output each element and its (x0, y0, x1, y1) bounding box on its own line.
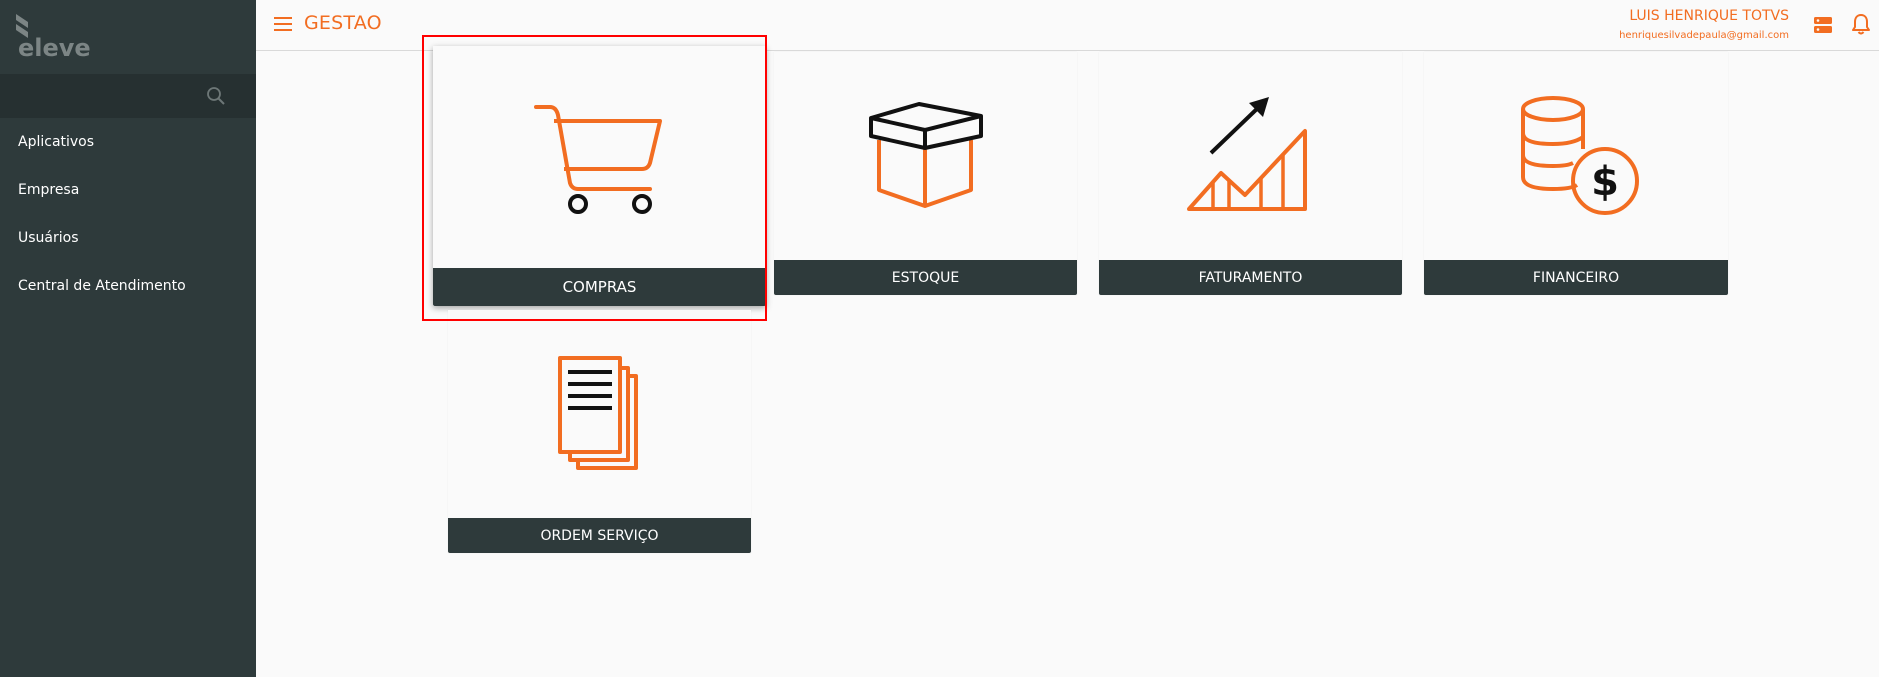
shopping-cart-icon (533, 105, 662, 214)
tile-label: COMPRAS (433, 268, 766, 306)
eleve-logo[interactable]: eleve (14, 12, 94, 62)
svg-text:eleve: eleve (18, 34, 91, 60)
documents-icon (557, 356, 638, 470)
server-icon[interactable] (1813, 15, 1833, 35)
sidebar-item-usuarios[interactable]: Usuários (0, 214, 256, 262)
tile-compras[interactable]: COMPRAS (433, 46, 766, 306)
sidebar-nav: Aplicativos Empresa Usuários Central de … (0, 118, 256, 310)
growth-chart-icon (1186, 97, 1307, 211)
tile-ordem-servico[interactable]: ORDEM SERVIÇO (448, 310, 751, 553)
page-title: GESTAO (304, 12, 382, 34)
tile-financeiro[interactable]: $ FINANCEIRO (1424, 52, 1728, 295)
user-name[interactable]: LUIS HENRIQUE TOTVS (1629, 8, 1789, 24)
tile-label: FINANCEIRO (1424, 260, 1728, 295)
tile-label: FATURAMENTO (1099, 260, 1402, 295)
sidebar-search[interactable] (0, 74, 256, 118)
bell-icon[interactable] (1851, 13, 1871, 35)
tile-estoque[interactable]: ESTOQUE (774, 52, 1077, 295)
search-icon[interactable] (206, 86, 226, 106)
svg-text:$: $ (1591, 159, 1619, 205)
box-icon (868, 102, 983, 208)
tile-label: ORDEM SERVIÇO (448, 518, 751, 553)
user-email: henriquesilvadepaula@gmail.com (1619, 30, 1789, 41)
tile-label: ESTOQUE (774, 260, 1077, 295)
sidebar-item-aplicativos[interactable]: Aplicativos (0, 118, 256, 166)
sidebar-item-empresa[interactable]: Empresa (0, 166, 256, 214)
header: GESTAO LUIS HENRIQUE TOTVS henriquesilva… (256, 0, 1879, 51)
sidebar-item-central-atendimento[interactable]: Central de Atendimento (0, 262, 256, 310)
sidebar: eleve Aplicativos Empresa Usuários Centr… (0, 0, 256, 677)
hamburger-icon[interactable] (274, 17, 292, 31)
coins-dollar-icon: $ (1521, 96, 1639, 215)
tile-faturamento[interactable]: FATURAMENTO (1099, 52, 1402, 295)
